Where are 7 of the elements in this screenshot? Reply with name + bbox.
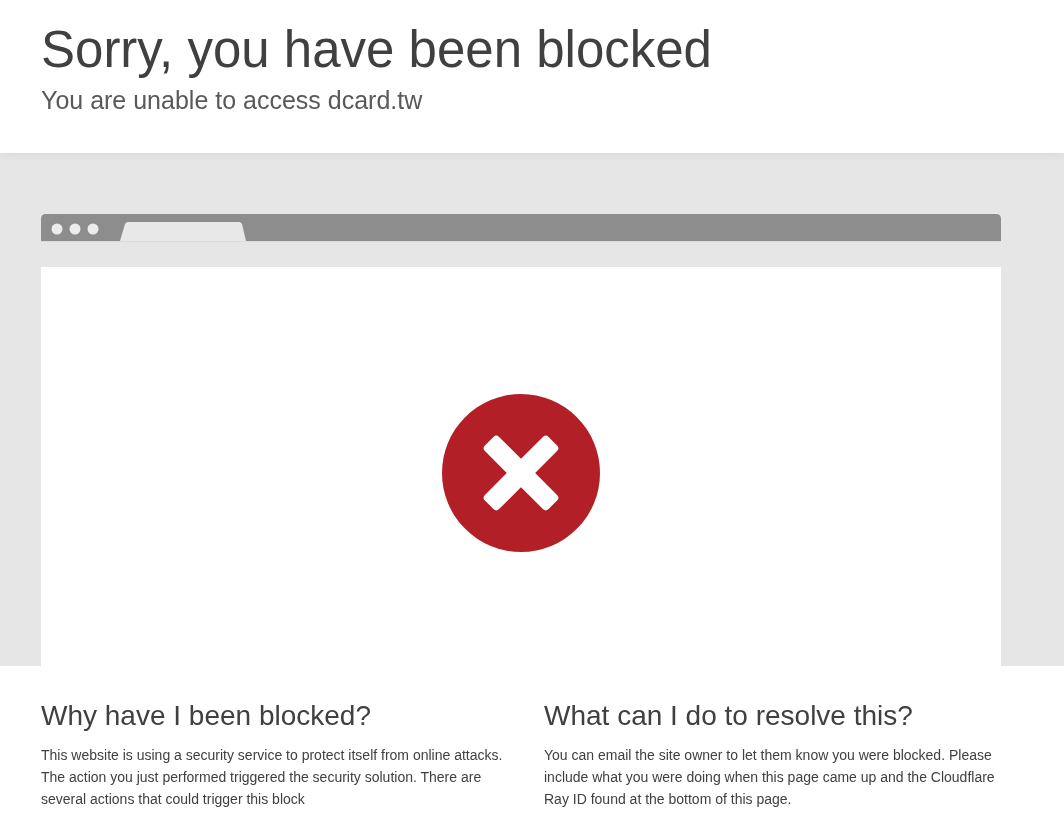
section-heading: What can I do to resolve this? [544, 699, 913, 733]
x-circle-icon [442, 394, 600, 552]
section-heading: Why have I been blocked? [41, 699, 371, 733]
section-paragraph: You can email the site owner to let them know you were blocked. Please include what you were doing when this page came up and the Cloudflare Ray ID found at the bottom of this page. [544, 746, 996, 809]
page-subtitle: You are unable to access dcard.tw [41, 85, 423, 116]
page-title: Sorry, you have been blocked [41, 20, 712, 80]
section-paragraph: This website is using a security service to protect itself from online attacks. The action you just performed triggered the security solution. There are several actions that could trigger this block [41, 746, 504, 809]
